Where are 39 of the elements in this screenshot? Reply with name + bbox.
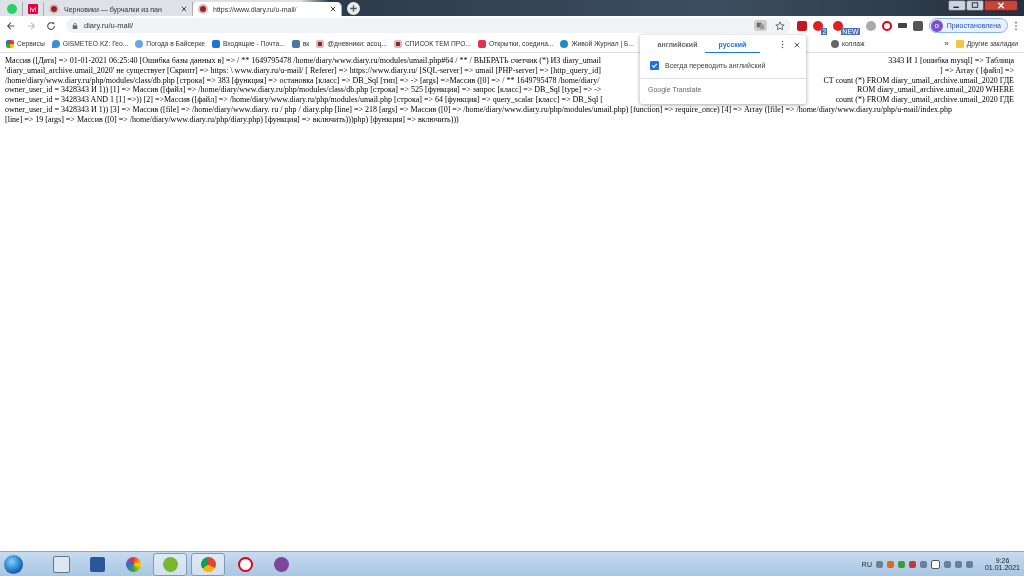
error-text: owner_user_id = 3428343 И 1)) [1] => Массив ([файл] => /home/diary/www.diary.ru/php/modules/class/db.php [строка] => 525 [функция] => запрос [класс] => DB_Sql [type] => -> [5, 85, 602, 96]
menu-icon[interactable] [1014, 20, 1018, 31]
error-text: ] => Array ( [файл] => [940, 65, 1015, 76]
extension-icon[interactable] [912, 20, 923, 31]
error-text: 3343 И 1 [ошибка mysql] => Таблица [888, 56, 1015, 66]
minimize-icon[interactable] [948, 0, 966, 11]
error-text: ROM diary_umail_archive.umail_2020 WHERE [857, 85, 1015, 96]
tab-favicon-icon [7, 4, 17, 14]
error-text: Массив ([Дата] => 01-01-2021 06:25:40 [Ошибка базы данных в] => / ** 1649795478 /home/diary/www.diary.ru/modules/umail.php#64 / ** / ВЫБРАТЬ счетчик (*) ИЗ diary_umail [5, 56, 602, 66]
start-button[interactable] [4, 554, 23, 574]
error-text: owner_user_id = 3428343 И 1)) [3] => Массив ([file] => /home/diary/www.diary. ru / php / diary.php [line] => 218 [args] => Массив ([0] => /home/diary/www.diary.ru/php/modules/umail.php) [function] => require_once) [4] => Array ([file] => /home/diary/www.diary.ru/php/u-mail/index.php [5, 105, 952, 115]
error-text: count (*) FROM diary_umail_archive.umail_2020 ГДЕ [835, 95, 1015, 105]
close-icon[interactable] [330, 6, 336, 12]
translate-icon[interactable] [754, 20, 768, 31]
extension-icon[interactable] [797, 20, 808, 31]
close-icon[interactable] [181, 6, 187, 12]
back-icon[interactable] [6, 20, 16, 31]
error-text: [line] => 19 [args] => Массив ([0] => /home/diary/www.diary.ru/php/diary.php) [функция] => включить)))php) [функция] => включить))) [5, 114, 459, 125]
taskbar-button[interactable] [191, 552, 225, 576]
lock-icon [72, 21, 78, 30]
close-icon[interactable] [794, 41, 800, 48]
maximize-icon[interactable] [966, 0, 984, 11]
tab-favicon-icon [49, 4, 59, 14]
new-tab-icon[interactable] [347, 2, 360, 15]
extension-icon[interactable] [833, 20, 844, 31]
close-icon[interactable] [984, 0, 1018, 11]
star-icon[interactable] [775, 20, 786, 31]
extension-icon[interactable] [881, 20, 892, 31]
checkbox[interactable] [650, 61, 659, 70]
tab-favicon-icon [198, 4, 208, 14]
error-text: owner_user_id = 3428343 AND 1 [1] =>)) [2] =>Массив ([файл] => /home/diary/www.diary.ru/php/modules/umail.php [строка] => 64 [функция] => query_scalar [класс] => DB_Sql [ [5, 95, 603, 105]
reload-icon[interactable] [46, 20, 56, 31]
extension-icon[interactable] [813, 20, 824, 31]
error-text: 'diary_umail_archive.umail_2020' не существует [Скрипт] => https: \ www.diary.ru/u-mail/ [ Referer] => https://www.diary.ru/ [SQL-server] => umail [PHP-server] => [http_query_id] [5, 65, 601, 76]
avatar-initial: o [930, 19, 943, 32]
more-bookmarks-button[interactable]: » [944, 39, 949, 48]
extension-icon[interactable] [897, 23, 907, 28]
error-text: CT count (*) FROM diary_umail_archive.umail_2020 ГДЕ [823, 75, 1015, 86]
error-text: /home/diary/www.diary.ru/php/modules/class/db.php [строка] => 383 [функция] => остановка [класс] => DB_Sql [тип] => -> [args] =>Массив ([0] => / ** 1649795478 /home/diary/ [5, 75, 600, 86]
